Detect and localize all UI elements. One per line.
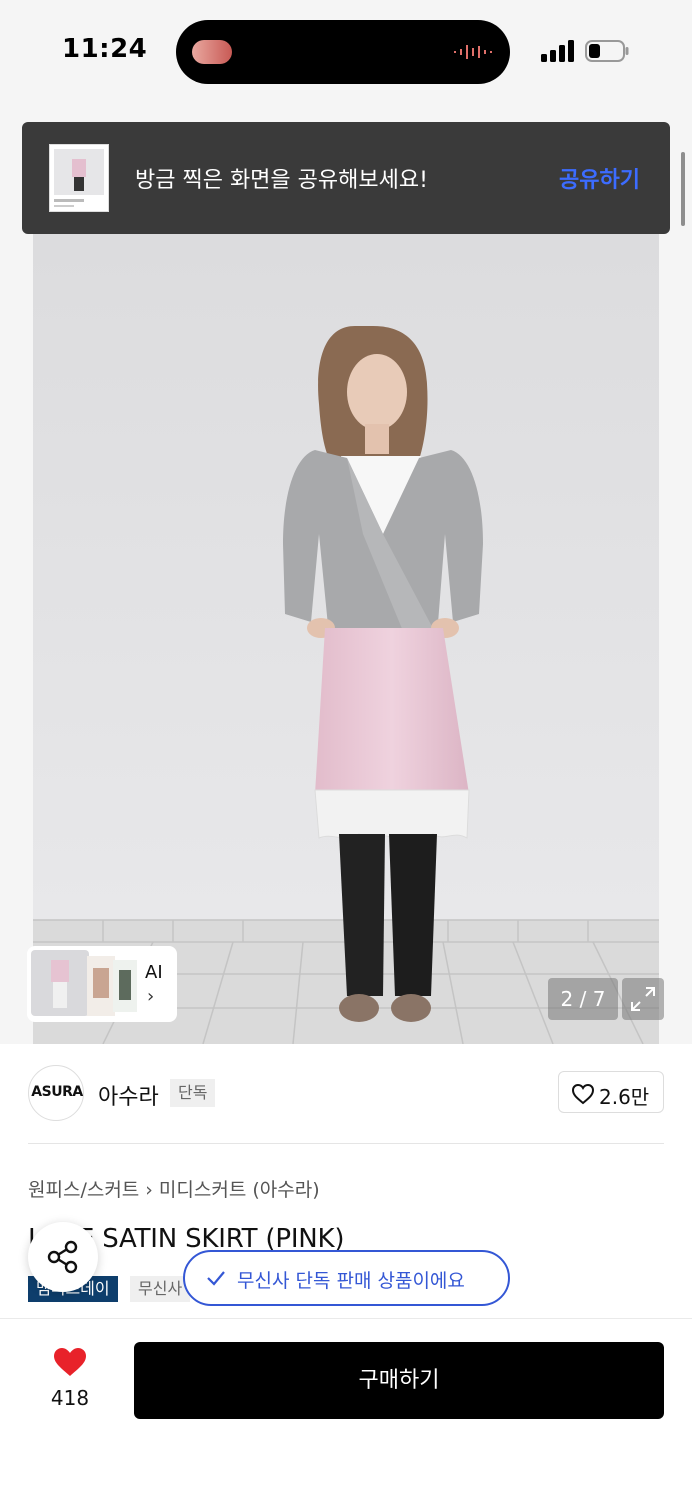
musinsa-badge: 무신사 [130,1276,191,1302]
sound-wave-icon [454,45,492,59]
wishlist-count: 418 [50,1386,90,1410]
breadcrumb-separator-icon: › [145,1179,153,1201]
heart-outline-icon [571,1083,595,1105]
image-page-counter: 2 / 7 [548,978,618,1020]
breadcrumb: 원피스/스커트 › 미디스커트 (아수라) [28,1175,320,1202]
share-action-button[interactable]: 공유하기 [559,162,640,194]
scroll-indicator[interactable] [681,152,685,226]
dynamic-island[interactable] [176,20,510,84]
chevron-right-icon: › [147,986,155,1007]
screenshot-share-toast[interactable]: 방금 찍은 화면을 공유해보세요! 공유하기 [22,122,670,234]
brand-like-button[interactable]: 2.6만 [558,1071,664,1113]
battery-icon [585,40,629,62]
share-toast-message: 방금 찍은 화면을 공유해보세요! [135,168,428,193]
share-button[interactable] [28,1222,98,1292]
brand-exclusive-badge: 단독 [170,1079,216,1107]
exclusive-sale-toast: 무신사 단독 판매 상품이에요 [183,1250,510,1306]
breadcrumb-subcategory[interactable]: 미디스커트 (아수라) [159,1179,320,1201]
brand-logo[interactable]: ASURA [28,1065,84,1121]
expand-icon [631,987,655,1011]
screenshot-thumbnail [49,144,109,212]
status-bar: 11:24 [0,0,692,104]
fullscreen-button[interactable] [622,978,664,1020]
brand-like-count: 2.6만 [599,1085,650,1109]
divider [28,1143,664,1144]
heart-filled-icon [54,1348,86,1376]
product-photo[interactable] [33,234,659,1044]
brand-logo-text: ASURA [31,1084,83,1100]
check-icon [207,1271,225,1286]
live-activity-avatar-icon [192,40,232,64]
ai-similar-items-button[interactable]: AI › [27,946,177,1022]
cellular-signal-icon [541,40,574,62]
similar-items-thumbnails [31,950,137,1016]
ai-label: AI [145,962,163,983]
pink-satin-skirt [315,628,469,794]
exclusive-sale-message: 무신사 단독 판매 상품이에요 [237,1270,465,1292]
buy-button[interactable]: 구매하기 [134,1342,664,1419]
share-icon [47,1240,78,1274]
brand-name[interactable]: 아수라 [98,1079,159,1111]
breadcrumb-category[interactable]: 원피스/스커트 [28,1179,139,1201]
wishlist-button[interactable]: 418 [28,1342,112,1418]
model-wearing-skirt-image [33,234,659,1044]
status-time: 11:24 [62,34,148,64]
